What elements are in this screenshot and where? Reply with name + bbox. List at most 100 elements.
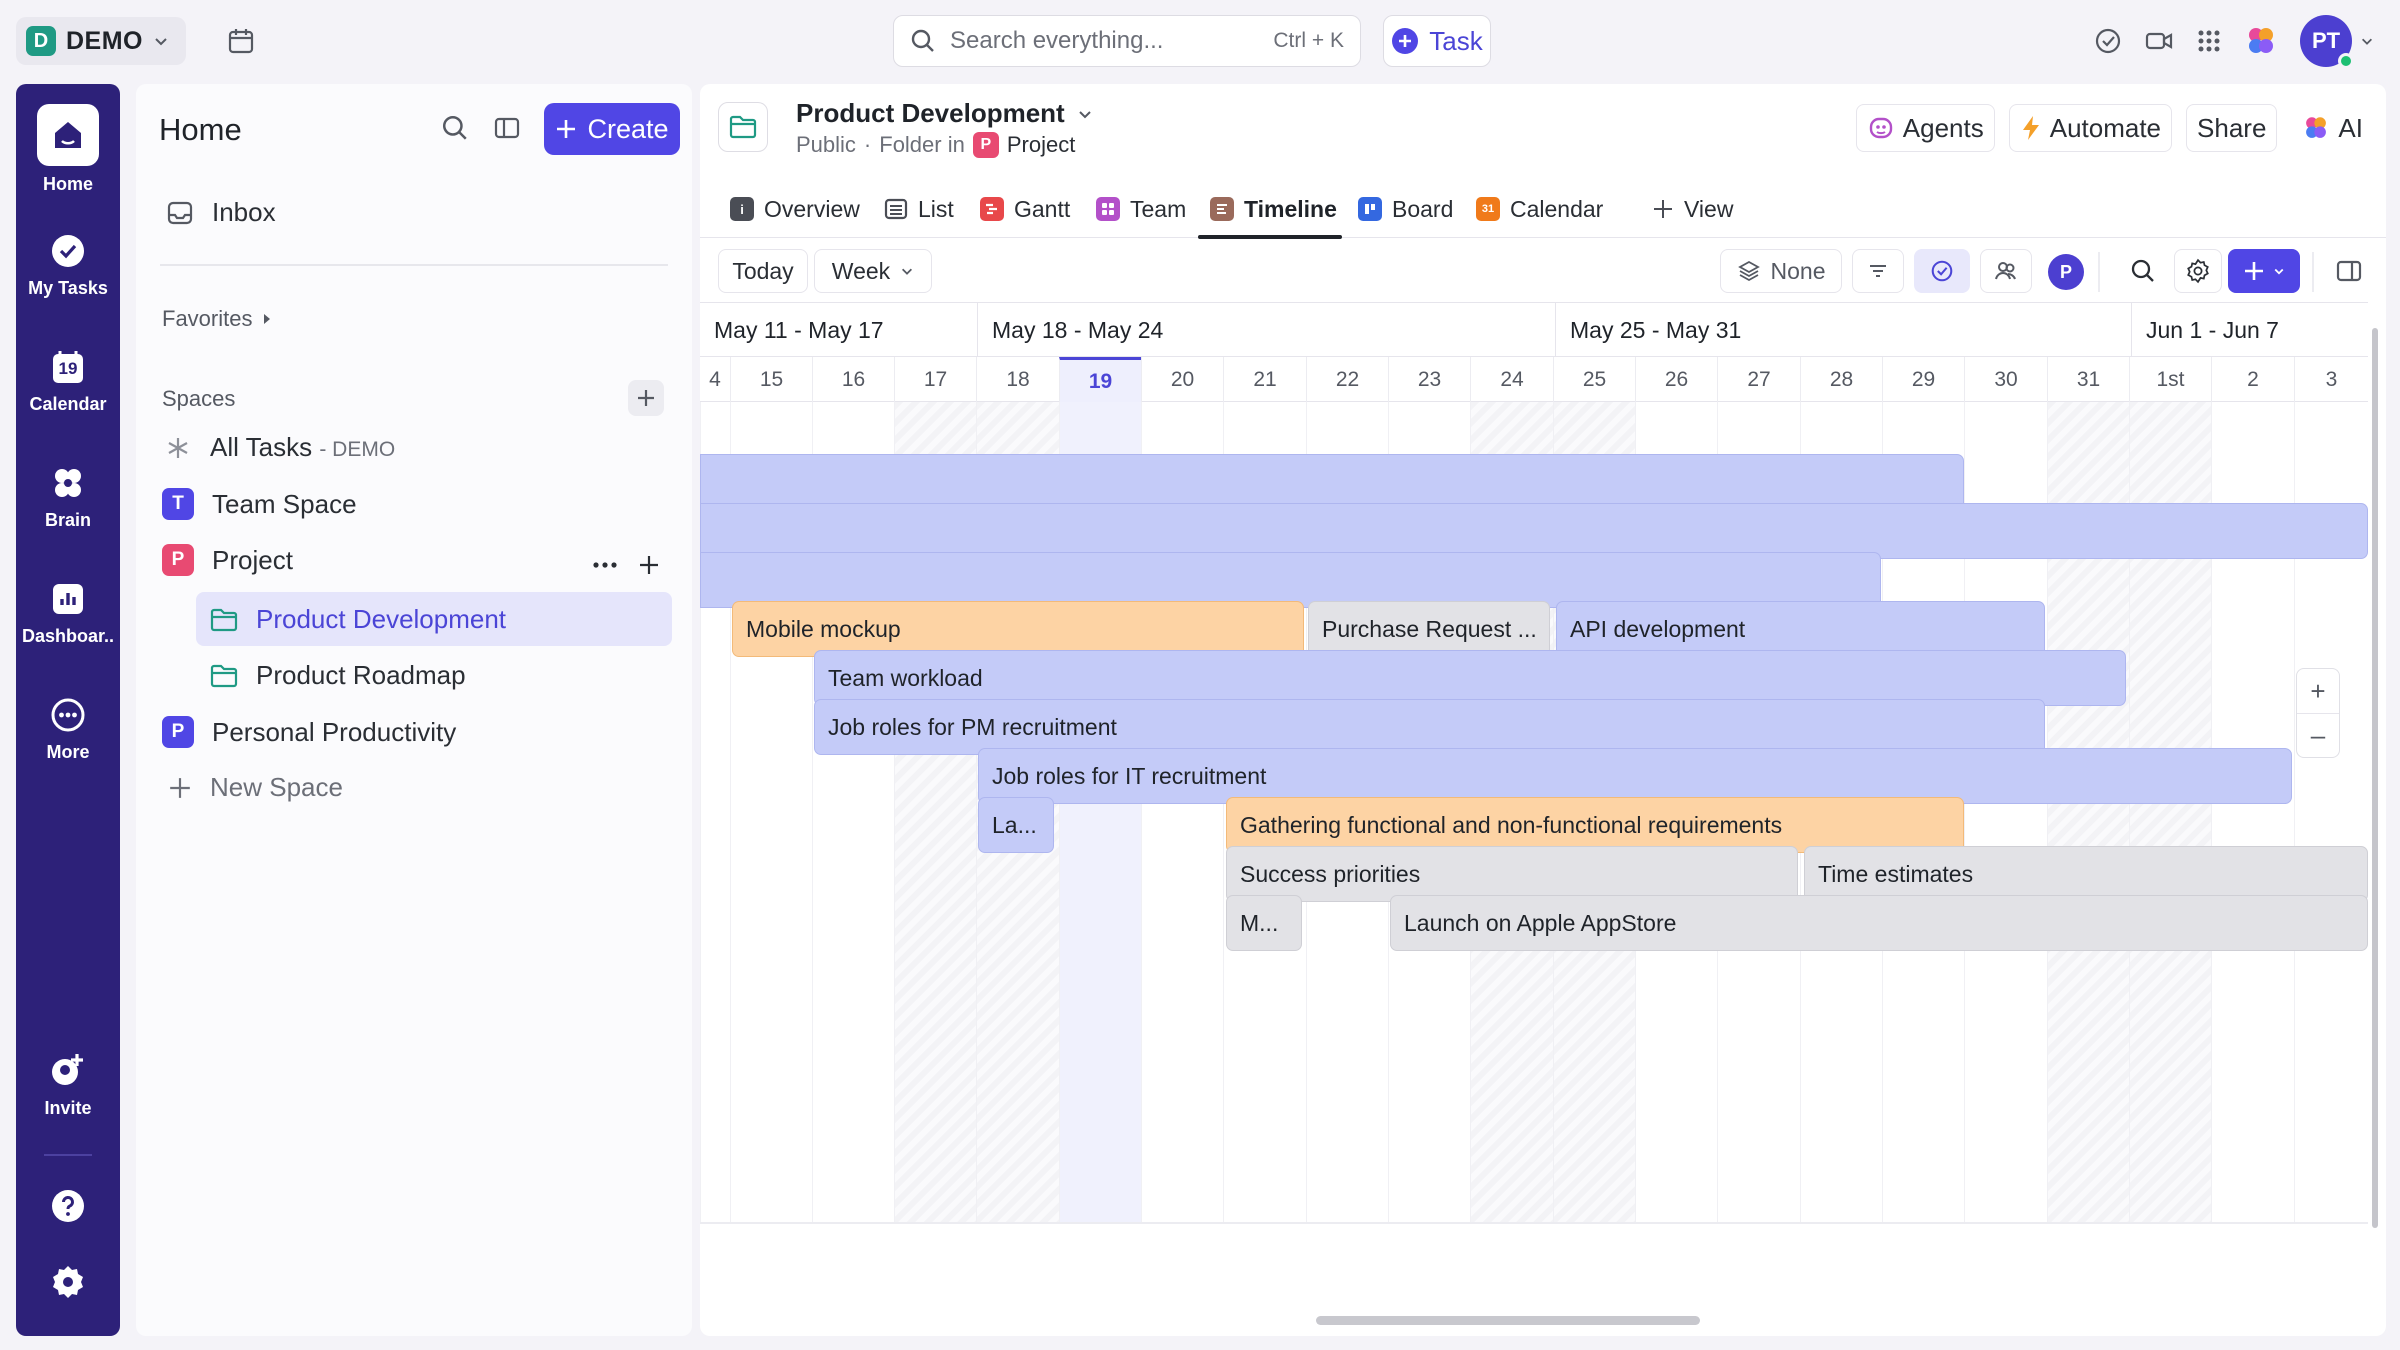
plus-icon <box>168 776 192 800</box>
video-icon[interactable] <box>2144 27 2174 55</box>
space-badge: P <box>162 716 194 748</box>
day-label: 25 <box>1553 357 1635 403</box>
member-avatar[interactable]: P <box>2048 254 2084 290</box>
vertical-scrollbar[interactable] <box>2370 320 2380 1240</box>
day-label: 29 <box>1882 357 1964 403</box>
add-view-button[interactable]: View <box>1652 180 1733 238</box>
sidepanel-toggle-button[interactable] <box>2326 249 2372 293</box>
rail-item-invite[interactable]: Invite <box>16 1050 120 1119</box>
ai-button[interactable]: AI <box>2291 104 2374 152</box>
chevron-down-icon <box>900 264 914 278</box>
ai-brain-icon <box>2302 114 2330 142</box>
folder-icon-button[interactable] <box>718 102 768 152</box>
automate-button[interactable]: Automate <box>2008 104 2173 152</box>
rail-item-dashboards[interactable]: Dashboar.. <box>16 580 120 647</box>
new-task-button[interactable]: Task <box>1383 15 1491 67</box>
favorites-header[interactable]: Favorites <box>162 306 272 332</box>
sidebar-item-all-tasks[interactable]: All Tasks - DEMO <box>164 432 395 463</box>
sidebar-toggle-icon[interactable] <box>493 114 521 142</box>
day-label: 24 <box>1470 357 1553 403</box>
rail-item-more[interactable]: More <box>16 696 120 763</box>
new-space-button[interactable]: New Space <box>168 772 343 803</box>
task-bar[interactable]: Purchase Request ... <box>1308 601 1550 657</box>
settings-button[interactable] <box>16 1264 120 1300</box>
caret-right-icon <box>262 312 272 326</box>
task-bar[interactable]: Team workload <box>814 650 2126 706</box>
task-bar[interactable]: Time estimates <box>1804 846 2368 902</box>
rail-item-home[interactable]: Home <box>16 104 120 195</box>
check-circle-icon[interactable] <box>2094 27 2122 55</box>
list-icon <box>884 197 908 221</box>
scroll-thumb[interactable] <box>2372 328 2378 1228</box>
task-bar[interactable]: Success priorities <box>1226 846 1798 902</box>
help-button[interactable] <box>16 1188 120 1224</box>
tab-overview[interactable]: i Overview <box>730 180 860 238</box>
rail-item-calendar[interactable]: 19 Calendar <box>16 348 120 415</box>
scroll-thumb[interactable] <box>1316 1316 1700 1325</box>
task-bar[interactable] <box>700 503 2368 559</box>
day-label: 2 <box>2211 357 2294 403</box>
sidebar-item-team-space[interactable]: T Team Space <box>162 488 357 520</box>
create-button[interactable]: Create <box>544 103 680 155</box>
group-by-button[interactable]: None <box>1720 249 1842 293</box>
day-label: 22 <box>1306 357 1388 403</box>
ai-brain-icon[interactable] <box>2244 24 2278 58</box>
tab-board[interactable]: Board <box>1358 180 1453 238</box>
search-bar[interactable]: Search everything... Ctrl + K <box>893 15 1361 67</box>
breadcrumb-project-link[interactable]: Project <box>1007 132 1075 158</box>
task-bar[interactable]: Job roles for PM recruitment <box>814 699 2045 755</box>
task-bar[interactable] <box>700 454 1964 510</box>
task-bar[interactable]: M... <box>1226 895 1302 951</box>
zoom-select[interactable]: Week <box>814 249 932 293</box>
search-tasks-button[interactable] <box>2120 249 2166 293</box>
tab-timeline[interactable]: Timeline <box>1210 180 1337 238</box>
spaces-header: Spaces <box>162 386 235 412</box>
user-avatar[interactable]: PT <box>2300 15 2354 69</box>
task-bar[interactable] <box>700 552 1881 608</box>
task-bar[interactable]: Launch on Apple AppStore <box>1390 895 2368 951</box>
sidebar-divider <box>160 264 668 266</box>
task-bar[interactable]: API development <box>1556 601 2045 657</box>
add-space-button[interactable] <box>628 380 664 416</box>
sidebar-item-product-development[interactable]: Product Development <box>210 604 506 635</box>
horizontal-scrollbar[interactable] <box>700 1312 2368 1328</box>
rail-item-my-tasks[interactable]: My Tasks <box>16 232 120 299</box>
task-bar[interactable]: La... <box>978 797 1054 853</box>
sidebar-item-inbox[interactable]: Inbox <box>166 197 276 228</box>
calendar-icon[interactable] <box>226 26 256 56</box>
sidebar-item-project[interactable]: P Project <box>162 544 293 576</box>
settings-button[interactable] <box>2174 249 2222 293</box>
share-button[interactable]: Share <box>2186 104 2278 152</box>
more-horizontal-icon[interactable] <box>592 561 618 569</box>
today-button[interactable]: Today <box>718 249 808 293</box>
page-title[interactable]: Product Development <box>796 98 1093 129</box>
zoom-in-button[interactable]: + <box>2297 669 2339 713</box>
tab-gantt[interactable]: Gantt <box>980 180 1070 238</box>
task-bar[interactable]: Gathering functional and non-functional … <box>1226 797 1964 853</box>
tab-team[interactable]: Team <box>1096 180 1186 238</box>
add-task-button[interactable] <box>2228 249 2300 293</box>
plus-icon[interactable] <box>638 554 660 576</box>
chevron-down-icon[interactable] <box>2360 34 2374 48</box>
sidebar-item-product-roadmap[interactable]: Product Roadmap <box>210 660 466 691</box>
day-label: 17 <box>894 357 976 403</box>
search-icon[interactable] <box>441 114 469 142</box>
day-label: 18 <box>976 357 1059 403</box>
sidebar-item-personal-productivity[interactable]: P Personal Productivity <box>162 716 456 748</box>
filter-button[interactable] <box>1852 249 1904 293</box>
task-bar[interactable]: Job roles for IT recruitment <box>978 748 2292 804</box>
rail-item-brain[interactable]: Brain <box>16 464 120 531</box>
space-label: Team Space <box>212 488 357 519</box>
tab-list[interactable]: List <box>884 180 954 238</box>
automate-label: Automate <box>2049 112 2162 143</box>
workspace-switcher[interactable]: D DEMO <box>16 17 186 65</box>
apps-grid-icon[interactable] <box>2196 28 2222 54</box>
show-closed-button[interactable] <box>1914 249 1970 293</box>
agents-button[interactable]: Agents <box>1855 104 1995 152</box>
chevron-down-icon <box>1077 106 1093 122</box>
search-icon <box>910 28 936 54</box>
task-bar[interactable]: Mobile mockup <box>732 601 1304 657</box>
zoom-out-button[interactable]: – <box>2297 713 2339 757</box>
assignees-button[interactable] <box>1980 249 2032 293</box>
tab-calendar[interactable]: 31 Calendar <box>1476 180 1603 238</box>
